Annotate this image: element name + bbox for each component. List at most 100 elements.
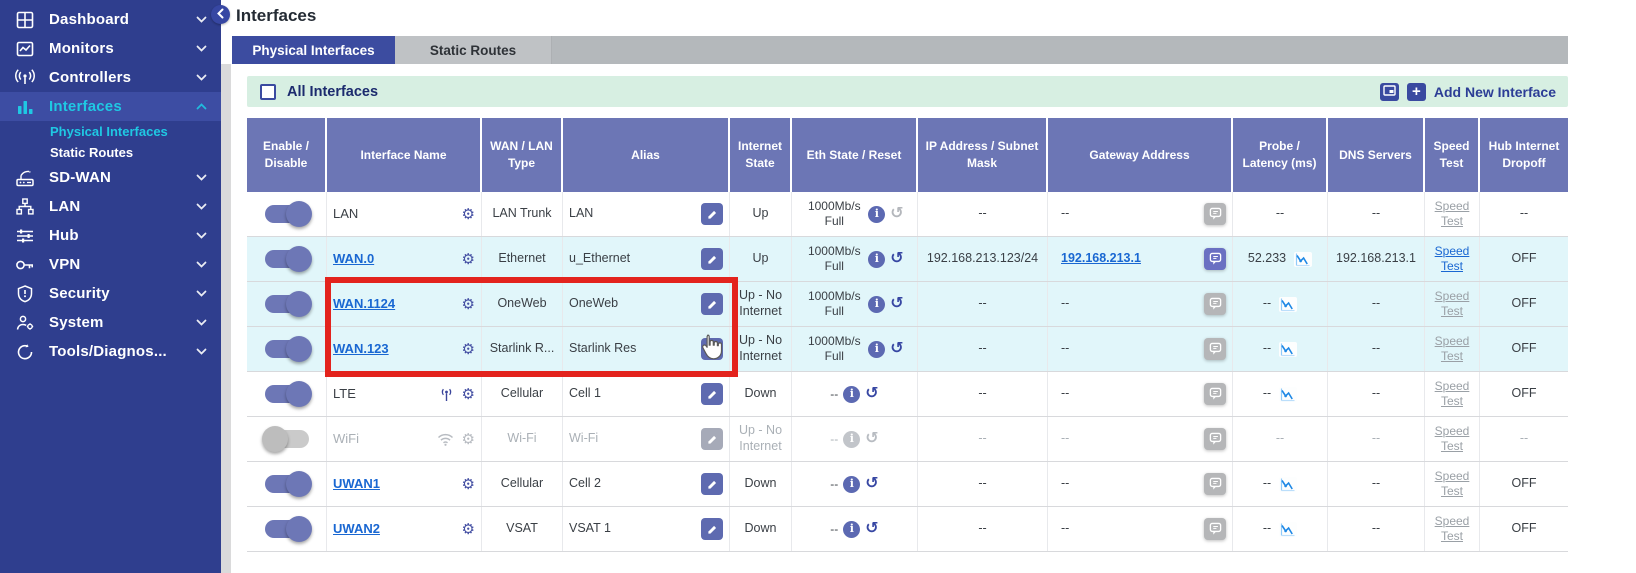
- gateway-ping-icon[interactable]: [1204, 203, 1226, 225]
- gateway-ping-icon[interactable]: [1204, 293, 1226, 315]
- interface-name-link[interactable]: WAN.1124: [333, 296, 395, 312]
- settings-gear-icon[interactable]: ⚙: [462, 342, 475, 357]
- edit-alias-button[interactable]: [701, 293, 723, 315]
- sidebar-nav: Dashboard Monitors Controllers Interface…: [0, 0, 221, 366]
- settings-gear-icon[interactable]: ⚙: [462, 252, 475, 267]
- interface-name-link[interactable]: WAN.123: [333, 341, 389, 357]
- panel-view-button[interactable]: [1380, 83, 1399, 101]
- edit-alias-button[interactable]: [701, 203, 723, 225]
- edit-alias-button[interactable]: [701, 428, 723, 450]
- interface-name-link[interactable]: WAN.0: [333, 251, 374, 267]
- gateway-text: --: [1061, 521, 1069, 537]
- speed-test-link[interactable]: Speed Test: [1431, 244, 1473, 274]
- sidebar-item-label: Monitors: [49, 40, 196, 57]
- edit-alias-button[interactable]: [701, 338, 723, 360]
- enable-toggle[interactable]: [265, 430, 309, 448]
- info-icon[interactable]: i: [868, 341, 885, 358]
- edit-alias-button[interactable]: [701, 518, 723, 540]
- add-interface-button[interactable]: +: [1407, 83, 1426, 101]
- sidebar-item-lan[interactable]: LAN: [0, 192, 221, 221]
- chevron-down-icon: [196, 290, 207, 297]
- gateway-text: --: [1061, 296, 1069, 312]
- column-header-speed-test: Speed Test: [1425, 118, 1480, 192]
- hub-dropoff-cell: --: [1480, 417, 1568, 461]
- info-icon[interactable]: i: [868, 206, 885, 223]
- latency-chart-icon[interactable]: [1279, 522, 1297, 537]
- latency-chart-icon[interactable]: [1279, 297, 1297, 312]
- sidebar-item-dashboard[interactable]: Dashboard: [0, 5, 221, 34]
- edit-alias-button[interactable]: [701, 473, 723, 495]
- info-icon[interactable]: i: [843, 386, 860, 403]
- edit-alias-button[interactable]: [701, 383, 723, 405]
- info-icon[interactable]: i: [868, 296, 885, 313]
- latency-chart-icon[interactable]: [1279, 387, 1297, 402]
- add-interface-label[interactable]: Add New Interface: [1434, 84, 1556, 100]
- tab-static-routes[interactable]: Static Routes: [395, 36, 552, 64]
- toggle-knob: [286, 336, 312, 362]
- sidebar-item-monitors[interactable]: Monitors: [0, 34, 221, 63]
- settings-gear-icon[interactable]: ⚙: [462, 522, 475, 537]
- gateway-cell: --: [1048, 327, 1233, 371]
- speed-test-link: Speed Test: [1431, 514, 1473, 544]
- info-icon[interactable]: i: [843, 521, 860, 538]
- settings-gear-icon[interactable]: ⚙: [462, 207, 475, 222]
- interface-name-link[interactable]: UWAN1: [333, 476, 380, 492]
- enable-toggle[interactable]: [265, 385, 309, 403]
- sdwan-icon: [13, 169, 37, 187]
- sidebar-item-system[interactable]: System: [0, 308, 221, 337]
- sidebar-item-interfaces[interactable]: Interfaces: [0, 92, 221, 121]
- enable-cell: [247, 282, 327, 326]
- sidebar-item-controllers[interactable]: Controllers: [0, 63, 221, 92]
- latency-chart-icon[interactable]: [1279, 477, 1297, 492]
- sidebar-item-vpn[interactable]: VPN: [0, 250, 221, 279]
- info-icon[interactable]: i: [868, 251, 885, 268]
- sidebar-subitem-label: Static Routes: [50, 145, 133, 160]
- enable-toggle[interactable]: [265, 205, 309, 223]
- internet-state-cell: Up - No Internet: [730, 327, 792, 371]
- reset-button[interactable]: ↺: [865, 521, 878, 537]
- sidebar-item-physical-interfaces[interactable]: Physical Interfaces: [0, 121, 221, 142]
- gateway-link[interactable]: 192.168.213.1: [1061, 251, 1141, 267]
- enable-toggle[interactable]: [265, 475, 309, 493]
- reset-button[interactable]: ↺: [890, 296, 903, 312]
- content-gutter: [221, 64, 231, 573]
- reset-button[interactable]: ↺: [865, 476, 878, 492]
- settings-gear-icon[interactable]: ⚙: [462, 432, 475, 447]
- settings-gear-icon[interactable]: ⚙: [462, 297, 475, 312]
- interface-name-link[interactable]: UWAN2: [333, 521, 380, 537]
- gateway-ping-icon[interactable]: [1204, 518, 1226, 540]
- enable-toggle[interactable]: [265, 520, 309, 538]
- edit-alias-button[interactable]: [701, 248, 723, 270]
- enable-toggle[interactable]: [265, 295, 309, 313]
- sidebar-item-sd-wan[interactable]: SD-WAN: [0, 163, 221, 192]
- tab-physical-interfaces[interactable]: Physical Interfaces: [232, 36, 395, 64]
- interface-name-cell: LAN ⚙: [327, 192, 482, 236]
- chevron-down-icon: [196, 319, 207, 326]
- info-icon[interactable]: i: [843, 431, 860, 448]
- enable-toggle[interactable]: [265, 340, 309, 358]
- gateway-ping-icon[interactable]: [1204, 473, 1226, 495]
- internet-state-cell: Down: [730, 507, 792, 551]
- collapse-sidebar-button[interactable]: [211, 5, 230, 24]
- sidebar-item-security[interactable]: Security: [0, 279, 221, 308]
- sidebar-item-tools-diagnos[interactable]: Tools/Diagnos...: [0, 337, 221, 366]
- info-icon[interactable]: i: [843, 476, 860, 493]
- sidebar-item-static-routes[interactable]: Static Routes: [0, 142, 221, 163]
- latency-chart-icon[interactable]: [1279, 342, 1297, 357]
- gateway-ping-icon[interactable]: [1204, 248, 1226, 270]
- settings-gear-icon[interactable]: ⚙: [462, 387, 475, 402]
- reset-button[interactable]: ↺: [890, 251, 903, 267]
- reset-button[interactable]: ↺: [890, 341, 903, 357]
- latency-chart-icon[interactable]: [1294, 252, 1312, 267]
- all-interfaces-checkbox[interactable]: [260, 84, 276, 100]
- gateway-ping-icon[interactable]: [1204, 383, 1226, 405]
- enable-toggle[interactable]: [265, 250, 309, 268]
- gateway-ping-icon[interactable]: [1204, 338, 1226, 360]
- settings-gear-icon[interactable]: ⚙: [462, 477, 475, 492]
- panel-view-icon: [1383, 83, 1396, 101]
- gateway-ping-icon[interactable]: [1204, 428, 1226, 450]
- latency-value: --: [1276, 431, 1284, 447]
- sidebar-item-hub[interactable]: Hub: [0, 221, 221, 250]
- reset-button[interactable]: ↺: [865, 386, 878, 402]
- interface-name-cell: WAN.1124 ⚙: [327, 282, 482, 326]
